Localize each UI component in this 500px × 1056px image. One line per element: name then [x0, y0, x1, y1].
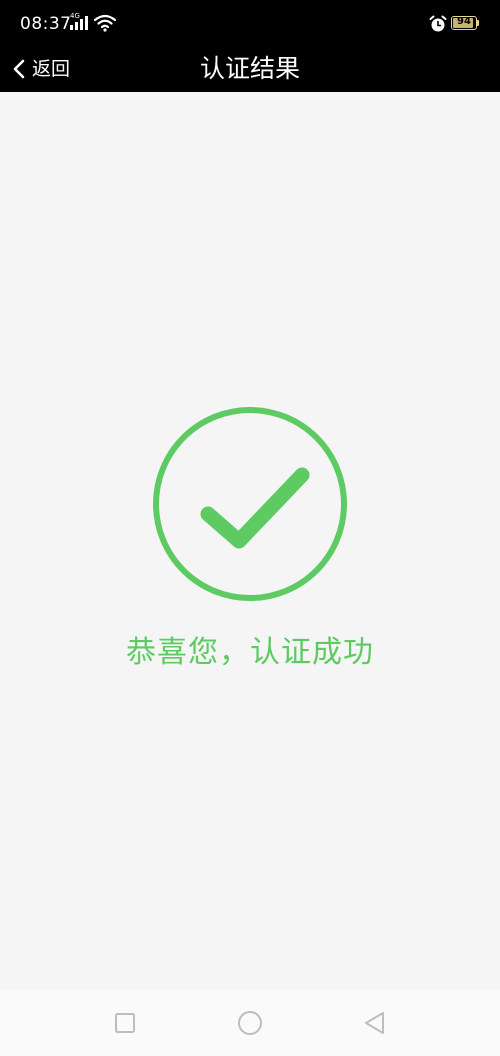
circle-icon — [238, 1011, 262, 1035]
battery-icon: 94 — [451, 16, 477, 30]
check-circle-icon — [153, 407, 347, 601]
success-message: 恭喜您，认证成功 — [126, 635, 374, 670]
battery-tip — [477, 20, 479, 26]
battery-level: 94 — [457, 16, 471, 27]
page-title: 认证结果 — [199, 54, 300, 83]
home-button[interactable] — [235, 1008, 265, 1038]
network-type-label: 4G — [70, 12, 80, 20]
title-bar: 返回 认证结果 — [0, 46, 500, 92]
triangle-back-icon — [365, 1012, 384, 1034]
square-icon — [115, 1013, 135, 1033]
alarm-icon — [429, 15, 447, 33]
back-nav-button[interactable] — [360, 1008, 390, 1038]
system-nav-bar — [0, 990, 500, 1056]
signal-icon: 4G — [70, 12, 92, 32]
status-bar: 08:37 4G 94 — [0, 0, 500, 46]
recent-apps-button[interactable] — [110, 1008, 140, 1038]
wifi-icon — [93, 14, 117, 32]
status-time: 08:37 — [20, 14, 72, 34]
